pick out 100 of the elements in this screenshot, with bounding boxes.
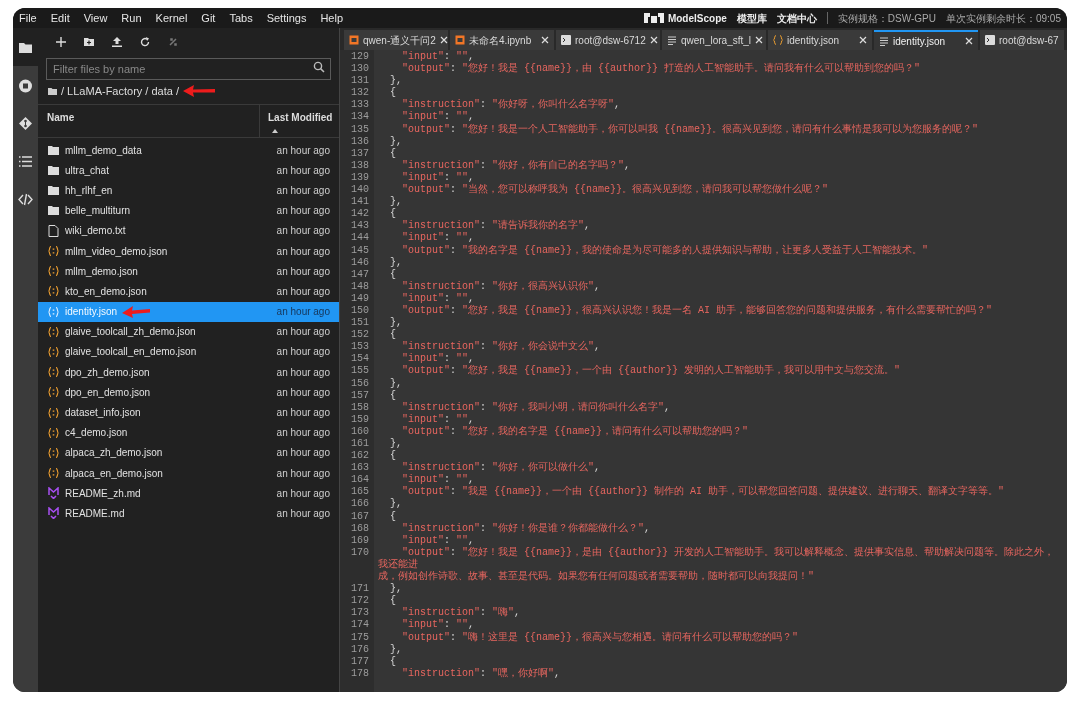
column-header[interactable]: Name: [38, 105, 259, 137]
code-line: "output": "您好，我是 {{name}}，一个由 {{author}} 发明的人工智能助手，我可以用中文与您交流。": [401, 365, 902, 378]
menu-item[interactable]: Help: [320, 9, 344, 27]
tab[interactable]: identity.json: [874, 30, 978, 50]
file-row[interactable]: alpaca_zh_demo.json an hour ago: [38, 442, 339, 463]
new-folder-icon[interactable]: [84, 37, 94, 47]
modified-time: an hour ago: [276, 325, 330, 340]
line-number: 144: [350, 232, 370, 245]
tab[interactable]: root@dsw-6712: [556, 30, 660, 50]
file-row[interactable]: identity.json an hour ago: [38, 301, 339, 322]
modified-time: an hour ago: [276, 284, 330, 299]
modified-time: an hour ago: [276, 385, 330, 400]
code-line: "input": "",: [401, 232, 476, 245]
line-number: 138: [350, 159, 370, 172]
tab[interactable]: root@dsw-67: [980, 30, 1064, 50]
menu-item[interactable]: Settings: [266, 9, 307, 27]
code-line: "output": "嗨！这里是 {{name}}，很高兴与您相遇。请问有什么可以帮助您的吗？": [401, 631, 800, 644]
activity-tab[interactable]: [13, 28, 38, 66]
line-number: 147: [350, 268, 370, 281]
code-line: {: [389, 268, 398, 281]
tab[interactable]: qwen-通义千问2: [344, 30, 448, 50]
line-number: 178: [350, 667, 370, 680]
column-header[interactable]: Last Modified: [259, 105, 339, 137]
close-icon[interactable]: [439, 36, 448, 44]
file-name: dpo_zh_demo.json: [65, 365, 150, 380]
code-line: },: [389, 135, 404, 148]
file-row[interactable]: hh_rlhf_en an hour ago: [38, 180, 339, 201]
file-row[interactable]: README_zh.md an hour ago: [38, 483, 339, 504]
menu-item[interactable]: Git: [201, 9, 216, 27]
code-line: },: [389, 75, 404, 87]
tab[interactable]: 未命名4.ipynb: [450, 30, 554, 50]
markdown-file-icon: [48, 507, 59, 520]
list-icon: [18, 153, 33, 169]
nav-link[interactable]: 模型库: [736, 10, 767, 26]
code-line: "output": "当然，您可以称呼我为 {{name}}。很高兴见到您，请问我可以帮您做什么呢？": [401, 184, 830, 197]
menu-item[interactable]: Tabs: [229, 9, 253, 27]
modified-time: an hour ago: [276, 365, 330, 380]
modified-time: an hour ago: [276, 406, 330, 421]
code-line: "input": "",: [401, 111, 476, 124]
tab[interactable]: qwen_lora_sft_l: [662, 30, 766, 50]
close-icon[interactable]: [649, 36, 658, 44]
tab-label: identity.json: [787, 33, 840, 48]
file-row[interactable]: dpo_zh_demo.json an hour ago: [38, 362, 339, 383]
line-number: 145: [350, 244, 370, 257]
file-row[interactable]: mllm_demo_data an hour ago: [38, 140, 339, 161]
file-row[interactable]: kto_en_demo.json an hour ago: [38, 281, 339, 302]
file-row[interactable]: README.md an hour ago: [38, 503, 339, 524]
json-file-icon: [48, 367, 59, 378]
line-number: 137: [350, 147, 370, 160]
modified-time: an hour ago: [276, 486, 330, 501]
nav-link[interactable]: 文档中心: [776, 10, 817, 26]
code-line: "input": "",: [401, 51, 476, 63]
tab[interactable]: identity.json: [768, 30, 872, 50]
close-icon[interactable]: [965, 37, 973, 45]
file-row[interactable]: dpo_en_demo.json an hour ago: [38, 382, 339, 403]
modified-time: an hour ago: [276, 183, 330, 198]
menu-item[interactable]: File: [19, 9, 37, 27]
folder-icon: [48, 145, 59, 155]
file-row[interactable]: wiki_demo.txt an hour ago: [38, 220, 339, 241]
code-line: "input": "",: [401, 474, 476, 486]
close-icon[interactable]: [859, 36, 867, 44]
close-icon[interactable]: [755, 36, 764, 44]
file-row[interactable]: dataset_info.json an hour ago: [38, 402, 339, 423]
file-row[interactable]: ultra_chat an hour ago: [38, 160, 339, 181]
tab-label: root@dsw-67: [999, 33, 1059, 48]
annotation-arrow-icon: [183, 85, 215, 97]
upload-icon[interactable]: [112, 37, 122, 47]
file-name: glaive_toolcall_en_demo.json: [65, 345, 197, 360]
line-number: 166: [350, 498, 370, 511]
file-name: dataset_info.json: [65, 406, 141, 421]
menu-item[interactable]: Run: [121, 9, 142, 27]
file-row[interactable]: alpaca_en_demo.json an hour ago: [38, 463, 339, 484]
file-row[interactable]: c4_demo.json an hour ago: [38, 422, 339, 443]
terminal-icon: [561, 35, 571, 45]
file-row[interactable]: glaive_toolcall_en_demo.json an hour ago: [38, 341, 339, 363]
menu-item[interactable]: Kernel: [155, 9, 188, 27]
code-line: "instruction": "你好，你会说中文么",: [401, 341, 602, 353]
file-row[interactable]: glaive_toolcall_zh_demo.json an hour ago: [38, 321, 339, 342]
file-row[interactable]: mllm_demo.json an hour ago: [38, 261, 339, 282]
breadcrumb-path[interactable]: / LLaMA-Factory / data /: [61, 82, 179, 100]
logo-icon: [643, 13, 664, 23]
refresh-icon[interactable]: [140, 37, 150, 47]
line-number: 175: [350, 631, 370, 644]
file-name: mllm_demo_data: [65, 143, 142, 158]
file-name: dpo_en_demo.json: [65, 385, 151, 400]
close-icon[interactable]: [541, 36, 549, 44]
instance-spec: 实例规格：DSW-GPU: [837, 11, 936, 26]
code-line: "instruction": "你好，我叫小明，请问你叫什么名字",: [401, 401, 672, 414]
modified-time: an hour ago: [276, 506, 330, 521]
modified-time: an hour ago: [276, 426, 330, 441]
file-row[interactable]: mllm_video_demo.json an hour ago: [38, 240, 339, 262]
code-line: "instruction": "你好，很高兴认识你",: [401, 280, 602, 293]
menu-item[interactable]: View: [83, 9, 108, 27]
folder-icon: [48, 165, 59, 175]
code-line: },: [389, 377, 404, 390]
plus-icon[interactable]: [56, 37, 66, 47]
search-field[interactable]: Filter files by name: [46, 58, 331, 80]
file-row[interactable]: belle_multiturn an hour ago: [38, 200, 339, 221]
menu-item[interactable]: Edit: [50, 9, 70, 27]
tab-label: qwen_lora_sft_l: [681, 33, 752, 48]
